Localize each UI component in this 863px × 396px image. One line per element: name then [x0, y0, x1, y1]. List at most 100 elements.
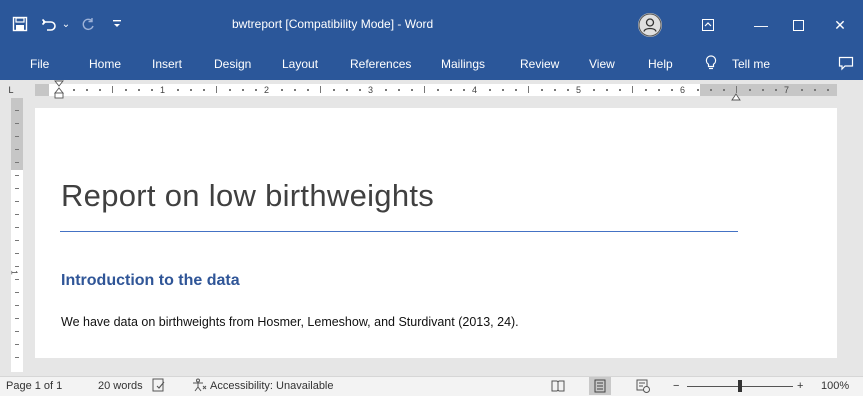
ruler-dot: [775, 89, 777, 91]
ruler-dot: [190, 89, 192, 91]
ruler-half-tick: [632, 86, 633, 93]
ruler-dot: [255, 89, 257, 91]
ruler-number: 2: [264, 85, 270, 95]
document-paragraph[interactable]: We have data on birthweights from Hosmer…: [61, 315, 519, 329]
zoom-percentage[interactable]: 100%: [821, 380, 849, 392]
ruler-dot: [281, 89, 283, 91]
ruler-dot: [658, 89, 660, 91]
read-mode-icon[interactable]: [547, 377, 569, 395]
proofing-icon[interactable]: [152, 378, 166, 395]
ruler-dot: [814, 89, 816, 91]
ruler-dot: [86, 89, 88, 91]
ruler-dot: [307, 89, 309, 91]
vertical-ruler-tick: [15, 149, 19, 150]
ruler-dot: [515, 89, 517, 91]
ruler-dot: [229, 89, 231, 91]
ruler-dot: [203, 89, 205, 91]
tab-insert[interactable]: Insert: [152, 57, 182, 71]
vertical-ruler-tick: [15, 136, 19, 137]
web-layout-icon[interactable]: [632, 377, 654, 395]
minimize-button[interactable]: —: [749, 13, 773, 37]
vertical-ruler-tick: [15, 305, 19, 306]
ruler-dot: [593, 89, 595, 91]
account-avatar[interactable]: [638, 13, 662, 37]
vertical-ruler-tick: [15, 331, 19, 332]
tell-me-search[interactable]: Tell me: [732, 57, 770, 71]
tab-file[interactable]: File: [30, 57, 49, 71]
ruler-dot: [242, 89, 244, 91]
vertical-ruler-tick: [15, 162, 19, 163]
ruler-dot: [411, 89, 413, 91]
ruler-dot: [489, 89, 491, 91]
ruler-dot: [125, 89, 127, 91]
ruler-dot: [359, 89, 361, 91]
ruler-dot: [398, 89, 400, 91]
vertical-ruler-tick: [15, 175, 19, 176]
word-count[interactable]: 20 words: [98, 380, 143, 392]
undo-icon[interactable]: [38, 13, 60, 35]
ruler-dot: [385, 89, 387, 91]
close-button[interactable]: ✕: [828, 13, 852, 37]
customize-qat-icon[interactable]: [110, 13, 124, 35]
vertical-ruler-tick: [15, 188, 19, 189]
vertical-ruler-tick: [15, 266, 19, 267]
vertical-ruler-tick: [15, 110, 19, 111]
ruler-dot: [541, 89, 543, 91]
document-heading[interactable]: Introduction to the data: [61, 272, 240, 290]
ruler-number: 4: [472, 85, 478, 95]
tab-references[interactable]: References: [350, 57, 411, 71]
ruler-dot: [502, 89, 504, 91]
ruler-dot: [697, 89, 699, 91]
tab-review[interactable]: Review: [520, 57, 559, 71]
ruler-dot: [710, 89, 712, 91]
maximize-button[interactable]: [786, 13, 810, 37]
vertical-ruler-tick: [15, 357, 19, 358]
ruler-half-tick: [528, 86, 529, 93]
tab-view[interactable]: View: [589, 57, 615, 71]
ruler-dot: [567, 89, 569, 91]
tab-design[interactable]: Design: [214, 57, 251, 71]
print-layout-icon[interactable]: [589, 377, 611, 395]
ruler-dot: [346, 89, 348, 91]
window-title: bwtreport [Compatibility Mode] - Word: [232, 17, 434, 31]
zoom-in-button[interactable]: +: [797, 380, 803, 392]
vertical-ruler-tick: [15, 227, 19, 228]
vertical-ruler-tick: [15, 318, 19, 319]
ruler-dot: [671, 89, 673, 91]
vertical-ruler-tick: [15, 253, 19, 254]
zoom-slider-thumb[interactable]: [738, 380, 742, 392]
ruler-dot: [827, 89, 829, 91]
undo-dropdown-icon[interactable]: ⌄: [60, 13, 72, 35]
accessibility-icon[interactable]: [192, 378, 208, 395]
document-title[interactable]: Report on low birthweights: [61, 178, 434, 214]
vertical-ruler-tick: [15, 214, 19, 215]
tab-mailings[interactable]: Mailings: [441, 57, 485, 71]
ruler-number: 3: [368, 85, 374, 95]
vertical-ruler-tick: [15, 201, 19, 202]
zoom-out-button[interactable]: −: [673, 380, 679, 392]
ruler-number: 1: [160, 85, 166, 95]
page-count[interactable]: Page 1 of 1: [6, 380, 62, 392]
first-line-indent-marker[interactable]: [54, 80, 64, 105]
redo-icon[interactable]: [78, 13, 98, 35]
ribbon-display-options-icon[interactable]: [696, 13, 720, 37]
right-indent-marker[interactable]: [731, 88, 741, 106]
ruler-dot: [554, 89, 556, 91]
ruler-half-tick: [216, 86, 217, 93]
ruler-dot: [333, 89, 335, 91]
ruler-left-margin: [35, 84, 49, 96]
tab-home[interactable]: Home: [89, 57, 121, 71]
vertical-ruler-tick: [15, 240, 19, 241]
save-icon[interactable]: [8, 13, 32, 35]
ruler-dot: [73, 89, 75, 91]
ruler-dot: [762, 89, 764, 91]
vertical-ruler-tick: [15, 344, 19, 345]
ruler-dot: [723, 89, 725, 91]
comments-icon[interactable]: [838, 55, 854, 74]
accessibility-status[interactable]: Accessibility: Unavailable: [210, 380, 334, 392]
tab-selector[interactable]: L: [5, 84, 17, 96]
tab-layout[interactable]: Layout: [282, 57, 318, 71]
vertical-ruler-tick: [15, 279, 19, 280]
ruler-half-tick: [112, 86, 113, 93]
tab-help[interactable]: Help: [648, 57, 673, 71]
